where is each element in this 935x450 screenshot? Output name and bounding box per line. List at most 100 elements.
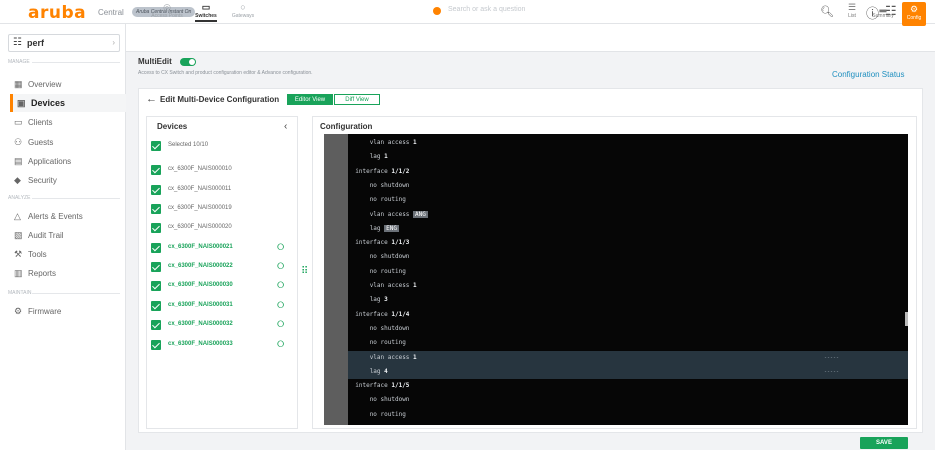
- sync-icon[interactable]: ⭘: [277, 319, 284, 330]
- code-line[interactable]: interface 1/1/2: [348, 165, 908, 179]
- device-checkbox[interactable]: [151, 243, 161, 253]
- toggle-knob: [189, 59, 195, 65]
- search-icon[interactable]: 🔍︎: [820, 5, 834, 18]
- device-checkbox[interactable]: [151, 320, 161, 330]
- summary-view-button[interactable]: ▂ Summary: [871, 2, 895, 19]
- tab-gateways[interactable]: ○ Gateways: [226, 2, 260, 19]
- global-search[interactable]: Search or ask a question: [430, 5, 835, 19]
- audit-icon: ▧: [14, 230, 23, 240]
- device-checkbox[interactable]: [151, 281, 161, 291]
- config-view-button[interactable]: ⚙ Config: [902, 2, 926, 26]
- resize-handle-icon[interactable]: ⠿: [301, 266, 308, 277]
- device-checkbox[interactable]: [151, 340, 161, 350]
- code-text: lag: [369, 367, 385, 375]
- save-button[interactable]: SAVE: [860, 437, 908, 449]
- chevron-right-icon: ›: [112, 38, 115, 47]
- code-line[interactable]: vlan access 1 -----: [348, 350, 908, 365]
- sidebar-item-reports[interactable]: ▥ Reports: [14, 264, 126, 282]
- code-line[interactable]: lag ENG: [348, 222, 908, 236]
- device-checkbox[interactable]: [151, 223, 161, 233]
- diff-marker: -----: [824, 368, 840, 375]
- code-line[interactable]: lag 1: [348, 150, 908, 164]
- code-line[interactable]: no shutdown: [348, 250, 908, 264]
- shield-icon: ◆: [14, 175, 21, 185]
- code-line[interactable]: no routing: [348, 408, 908, 422]
- sync-icon[interactable]: ⭘: [277, 339, 284, 350]
- code-text: no shutdown: [369, 324, 410, 332]
- device-row[interactable]: cx_6300F_NAIS000020: [150, 222, 296, 236]
- code-line[interactable]: no shutdown: [348, 322, 908, 336]
- sidebar-item-devices[interactable]: ▣ Devices: [10, 94, 126, 112]
- select-all-checkbox[interactable]: [151, 141, 161, 151]
- search-input[interactable]: Search or ask a question: [448, 6, 525, 13]
- code-text: no shutdown: [369, 396, 410, 404]
- configuration-status-link[interactable]: Configuration Status: [832, 70, 905, 79]
- sidebar-item-security[interactable]: ◆ Security: [14, 171, 126, 189]
- tab-access-points[interactable]: ◎ Access Points: [150, 2, 184, 19]
- list-view-button[interactable]: ☰ List: [840, 2, 864, 19]
- code-line[interactable]: no routing: [348, 265, 908, 279]
- back-arrow-icon[interactable]: ←: [146, 93, 157, 105]
- page-title: Edit Multi-Device Configuration: [160, 95, 280, 104]
- code-variable-tag[interactable]: ENG: [384, 224, 399, 232]
- sidebar-item-clients[interactable]: ▭ Clients: [14, 113, 126, 131]
- sync-icon[interactable]: ⭘: [277, 300, 284, 311]
- code-line[interactable]: no routing: [348, 193, 908, 207]
- switch-icon: ▭: [201, 2, 211, 12]
- code-line[interactable]: no routing: [348, 336, 908, 350]
- device-row[interactable]: cx_6300F_NAIS000030 ⭘: [150, 280, 296, 294]
- code-line[interactable]: interface 1/1/3: [348, 236, 908, 250]
- code-line[interactable]: vlan access 1: [348, 279, 908, 293]
- code-text: lag: [369, 153, 385, 161]
- editor-view-button[interactable]: Editor View: [287, 94, 333, 105]
- code-line[interactable]: no shutdown: [348, 179, 908, 193]
- device-checkbox[interactable]: [151, 185, 161, 195]
- device-row[interactable]: cx_6300F_NAIS000031 ⭘: [150, 300, 296, 314]
- scope-selector[interactable]: ☷ perf ›: [8, 34, 120, 52]
- sync-icon[interactable]: ⭘: [277, 242, 284, 253]
- code-line[interactable]: lag 4 -----: [348, 364, 908, 379]
- code-line[interactable]: lag 3: [348, 293, 908, 307]
- device-row[interactable]: cx_6300F_NAIS000032 ⭘: [150, 319, 296, 333]
- configuration-header: Configuration: [320, 122, 373, 131]
- code-variable-tag[interactable]: ANG: [413, 210, 428, 218]
- code-text: lag: [369, 296, 385, 304]
- diff-view-button[interactable]: Diff View: [334, 94, 380, 105]
- sync-icon[interactable]: ⭘: [277, 261, 284, 272]
- editor-scrollbar[interactable]: [905, 312, 908, 326]
- multiedit-toggle[interactable]: [180, 58, 196, 66]
- sidebar-item-audit-trail[interactable]: ▧ Audit Trail: [14, 226, 126, 244]
- tab-switches[interactable]: ▭ Switches: [190, 2, 222, 22]
- device-checkbox[interactable]: [151, 204, 161, 214]
- device-row[interactable]: cx_6300F_NAIS000021 ⭘: [150, 242, 296, 256]
- chevron-left-icon[interactable]: ‹: [284, 121, 287, 132]
- code-line[interactable]: vlan access ANG: [348, 208, 908, 222]
- device-row[interactable]: cx_6300F_NAIS000010: [150, 164, 296, 178]
- code-text: no routing: [369, 267, 406, 275]
- sync-icon[interactable]: ⭘: [277, 280, 284, 291]
- device-checkbox[interactable]: [151, 165, 161, 175]
- code-editor[interactable]: vlan access 1 lag 1 interface 1/1/2 no s…: [324, 134, 908, 425]
- select-all-row[interactable]: Selected 10/10: [150, 140, 296, 154]
- device-row[interactable]: cx_6300F_NAIS000022 ⭘: [150, 261, 296, 275]
- code-text: vlan access: [369, 210, 414, 218]
- code-line[interactable]: no shutdown: [348, 393, 908, 407]
- code-line[interactable]: vlan access 1: [348, 136, 908, 150]
- sidebar-item-guests[interactable]: ⚇ Guests: [14, 133, 126, 151]
- aruba-logo[interactable]: aruba: [28, 3, 86, 23]
- sidebar-item-overview[interactable]: ▦ Overview: [14, 75, 126, 93]
- code-line[interactable]: interface 1/1/5: [348, 379, 908, 393]
- sidebar-item-applications[interactable]: ▤ Applications: [14, 152, 126, 170]
- device-type-tabs: [126, 24, 935, 52]
- device-row[interactable]: cx_6300F_NAIS000011: [150, 184, 296, 198]
- sidebar-item-alerts[interactable]: △ Alerts & Events: [14, 207, 126, 225]
- client-icon: ▭: [14, 117, 23, 127]
- device-checkbox[interactable]: [151, 262, 161, 272]
- sidebar-item-firmware[interactable]: ⚙ Firmware: [14, 302, 126, 320]
- device-checkbox[interactable]: [151, 301, 161, 311]
- code-line[interactable]: interface 1/1/4: [348, 308, 908, 322]
- device-row[interactable]: cx_6300F_NAIS000033 ⭘: [150, 339, 296, 353]
- code-text: interface: [355, 310, 392, 318]
- device-row[interactable]: cx_6300F_NAIS000019: [150, 203, 296, 217]
- sidebar-item-tools[interactable]: ⚒ Tools: [14, 245, 126, 263]
